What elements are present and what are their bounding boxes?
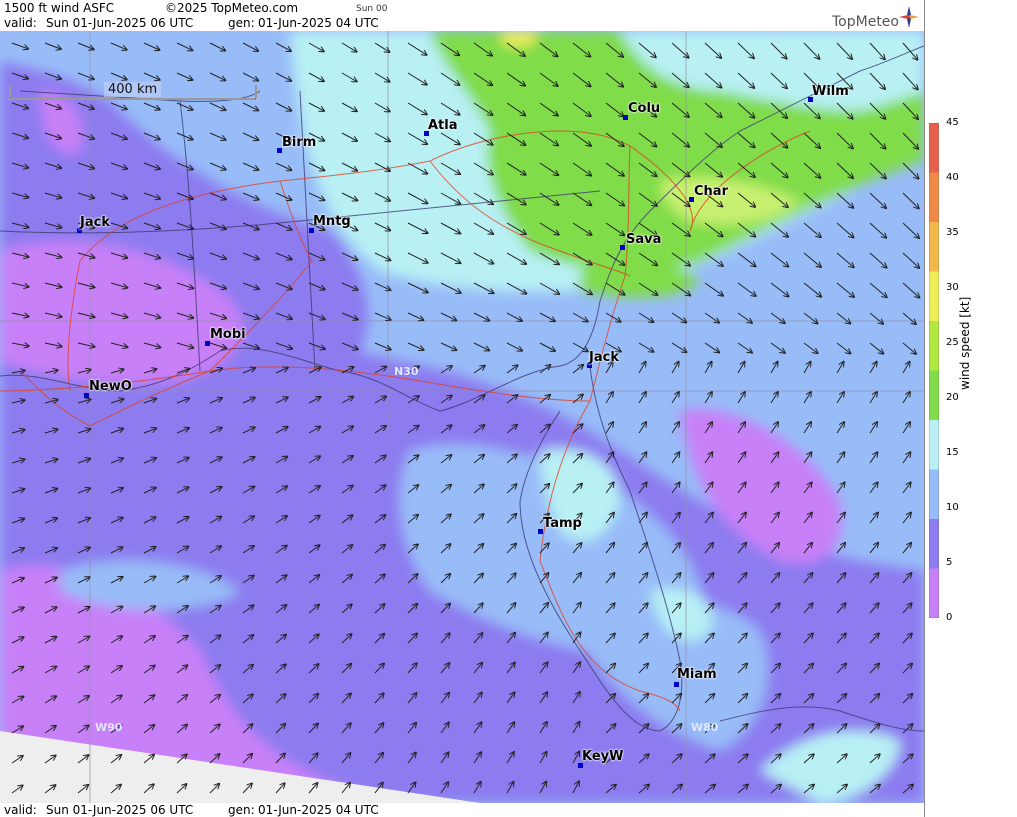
city-label-miam[interactable]: Miam — [677, 667, 717, 682]
topmeteo-logo: TopMeteo — [832, 14, 899, 30]
city-label-newo[interactable]: NewO — [89, 379, 132, 394]
city-marker — [674, 682, 679, 687]
city-label-mntg[interactable]: Mntg — [313, 214, 351, 229]
colorbar-tick-label: 15 — [946, 447, 959, 458]
colorbar-cell — [929, 172, 939, 223]
colorbar-cell — [929, 519, 939, 569]
city-label-tamp[interactable]: Tamp — [543, 516, 582, 531]
city-label-jack-fl[interactable]: Jack — [589, 350, 619, 365]
city-label-char[interactable]: Char — [694, 184, 728, 199]
footer-valid-time: Sun 01-Jun-2025 06 UTC — [46, 803, 194, 817]
city-label-colu[interactable]: Colu — [628, 101, 660, 116]
colorbar-cell — [929, 568, 939, 618]
gen-time: 01-Jun-2025 04 UTC — [258, 16, 379, 30]
colorbar-tick-label: 25 — [946, 337, 959, 348]
footer-valid-label: valid: — [4, 803, 37, 817]
colorbar-tick-label: 35 — [946, 227, 959, 238]
city-label-mobi[interactable]: Mobi — [210, 327, 246, 342]
city-label-wilm[interactable]: Wilm — [812, 84, 849, 99]
colorbar-cell — [929, 469, 939, 520]
grid-label-w80: W80 — [691, 721, 719, 734]
colorbar-cell — [929, 271, 939, 322]
colorbar-tick-label: 40 — [946, 172, 959, 183]
colorbar-cell — [929, 123, 939, 173]
wind-map[interactable]: 400 km N30 W90 W80 Birm Atla Colu Wilm C… — [0, 31, 924, 803]
colorbar-title: wind speed [kt] — [958, 296, 972, 390]
city-label-birm[interactable]: Birm — [282, 135, 316, 150]
city-label-atla[interactable]: Atla — [428, 118, 458, 133]
colorbar-cell — [929, 420, 939, 470]
city-label-sava[interactable]: Sava — [626, 232, 661, 247]
panel-divider — [924, 0, 925, 817]
copyright-text: ©2025 TopMeteo.com — [165, 1, 299, 15]
city-label-jack-ms[interactable]: Jack — [80, 215, 110, 230]
colorbar-tick-label: 45 — [946, 117, 959, 128]
footer-gen-label: gen: — [228, 803, 255, 817]
colorbar-tick-label: 20 — [946, 392, 959, 403]
grid-label-w90: W90 — [95, 721, 123, 734]
colorbar-tick-label: 0 — [946, 612, 953, 623]
city-label-keyw[interactable]: KeyW — [582, 749, 623, 764]
gen-label: gen: — [228, 16, 255, 30]
footer-gen-time: 01-Jun-2025 04 UTC — [258, 803, 379, 817]
colorbar-tick-label: 30 — [946, 282, 959, 293]
city-marker — [620, 245, 625, 250]
colorbar-tick-label: 5 — [946, 557, 953, 568]
product-title: 1500 ft wind ASFC — [4, 1, 115, 15]
valid-label: valid: — [4, 16, 37, 30]
valid-time: Sun 01-Jun-2025 06 UTC — [46, 16, 194, 30]
day-code: Sun 00 — [356, 4, 388, 14]
compass-star-icon — [899, 6, 919, 28]
colorbar-tick-label: 10 — [946, 502, 959, 513]
scale-label: 400 km — [104, 82, 162, 97]
wind-field — [0, 31, 924, 803]
wind-speed-colorbar — [929, 123, 939, 618]
colorbar-cell — [929, 222, 939, 272]
colorbar-cell — [929, 321, 939, 371]
colorbar-cell — [929, 370, 939, 421]
grid-label-n30: N30 — [394, 365, 419, 378]
